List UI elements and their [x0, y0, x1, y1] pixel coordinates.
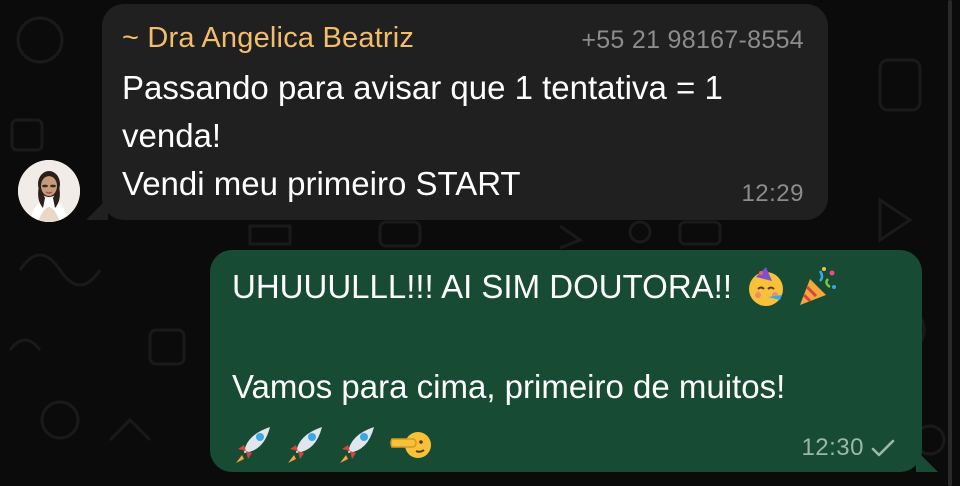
- rocket-emoji: [284, 421, 328, 465]
- outgoing-message-bubble[interactable]: UHUUULLL!!! AI SIM DOUTORA!! Vamos para …: [210, 250, 938, 472]
- sender-phone: +55 21 98167-8554: [581, 26, 804, 54]
- outgoing-line: UHUUULLL!!! AI SIM DOUTORA!!: [232, 268, 732, 305]
- sent-check-icon: [871, 439, 895, 457]
- rocket-emoji: [232, 421, 276, 465]
- outgoing-bubble-tail: [916, 450, 938, 472]
- rocket-emoji: [336, 421, 380, 465]
- incoming-bubble-tail: [86, 198, 108, 220]
- incoming-message-text: Passando para avisar que 1 tentativa = 1…: [122, 64, 812, 208]
- sender-name[interactable]: ~ Dra Angelica Beatriz: [122, 22, 414, 55]
- incoming-line: venda!: [122, 117, 222, 154]
- outgoing-line: Vamos para cima, primeiro de muitos!: [232, 368, 786, 405]
- partying-face-emoji: [744, 265, 788, 309]
- incoming-message-bubble[interactable]: ~ Dra Angelica Beatriz +55 21 98167-8554…: [86, 4, 828, 220]
- scrollbar[interactable]: [948, 0, 952, 486]
- party-popper-emoji: [794, 265, 838, 309]
- avatar-photo-icon: [18, 160, 80, 222]
- outgoing-message-time: 12:30: [801, 434, 864, 461]
- incoming-message-time: 12:29: [741, 180, 804, 207]
- incoming-line: Passando para avisar que 1 tentativa = 1: [122, 69, 723, 106]
- chat-view: ~ Dra Angelica Beatriz +55 21 98167-8554…: [0, 0, 960, 486]
- outgoing-message-meta: 12:30: [801, 434, 896, 462]
- incoming-line: Vendi meu primeiro START: [122, 165, 521, 202]
- sender-avatar[interactable]: [18, 160, 80, 222]
- pointing-left-emoji: [388, 421, 432, 465]
